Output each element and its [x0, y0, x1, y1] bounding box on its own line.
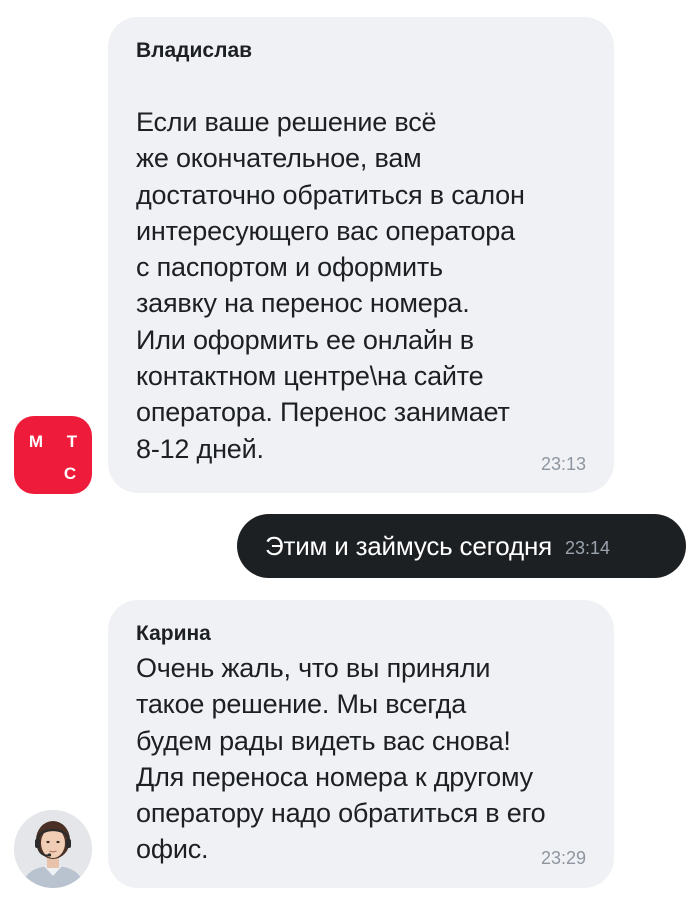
- message-text: Если ваше решение всё же окончательное, …: [136, 107, 525, 464]
- message-time: 23:29: [540, 848, 586, 868]
- mts-letter-m: М: [29, 432, 43, 451]
- message-bubble-incoming[interactable]: Владислав Если ваше решение всё же оконч…: [108, 17, 614, 493]
- message-text: Очень жаль, что вы приняли такое решение…: [136, 653, 546, 865]
- mts-letter-s: С: [64, 464, 76, 483]
- operator-avatar-svg: [14, 810, 92, 888]
- sender-name: Владислав: [136, 39, 253, 62]
- message-bubble-outgoing[interactable]: Этим и займусь сегодня 23:14: [237, 514, 686, 578]
- operator-photo-icon[interactable]: [14, 810, 92, 888]
- mts-logo-svg: М Т С: [29, 432, 78, 483]
- message-bubble-incoming[interactable]: Карина Очень жаль, что вы приняли такое …: [108, 600, 614, 888]
- message-time: 23:14: [564, 537, 611, 558]
- message-time: 23:13: [540, 454, 586, 474]
- message-text: Этим и займусь сегодня: [265, 531, 552, 561]
- mts-logo-icon[interactable]: М Т С: [14, 416, 92, 494]
- mts-letter-t: Т: [67, 432, 78, 451]
- sender-name: Карина: [136, 622, 211, 645]
